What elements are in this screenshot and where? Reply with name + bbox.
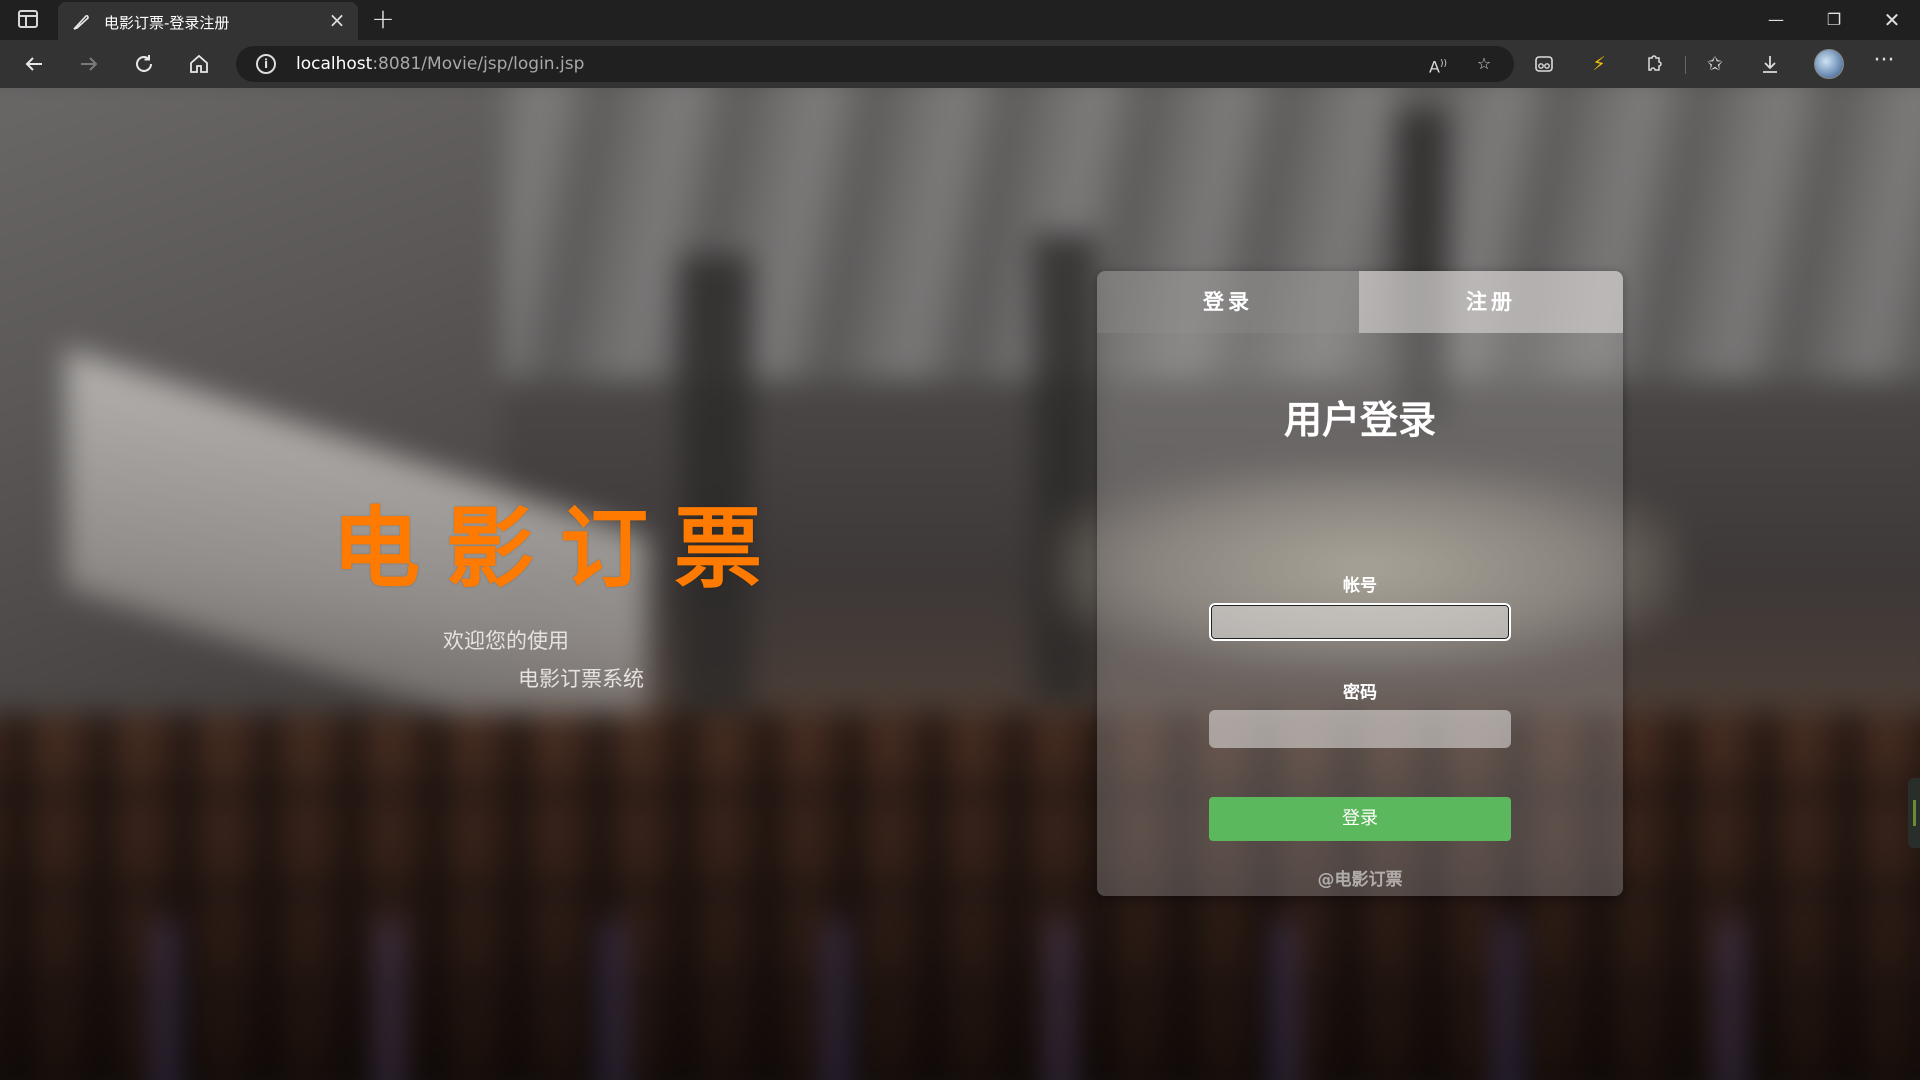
page-viewport: 电影订票 欢迎您的使用 电影订票系统 登录 注册 用户登录 帐号 密码 登录 @…: [0, 88, 1920, 1080]
more-icon[interactable]: ···: [1870, 50, 1898, 78]
password-input[interactable]: [1209, 710, 1511, 748]
brand-title: 电影订票: [332, 497, 789, 600]
window-close-button[interactable]: ✕: [1864, 0, 1920, 40]
address-bar[interactable]: i localhost:8081/Movie/jsp/login.jsp A))…: [236, 46, 1514, 82]
sidebar-toggle-icon[interactable]: [18, 10, 38, 28]
window-minimize-button[interactable]: —: [1748, 0, 1804, 40]
forward-icon[interactable]: [73, 48, 105, 80]
welcome-line-1: 欢迎您的使用: [443, 629, 569, 653]
account-label: 帐号: [1343, 576, 1377, 596]
url-host: localhost: [296, 54, 373, 74]
profile-avatar[interactable]: [1814, 49, 1844, 79]
url-text[interactable]: localhost:8081/Movie/jsp/login.jsp: [296, 54, 584, 74]
reload-icon[interactable]: [128, 48, 160, 80]
browser-tab[interactable]: 电影订票-登录注册 ×: [58, 2, 358, 40]
site-info-icon[interactable]: i: [256, 54, 276, 74]
browser-toolbar: i localhost:8081/Movie/jsp/login.jsp A))…: [0, 40, 1920, 88]
login-card: 登录 注册 用户登录 帐号 密码 登录 @电影订票: [1097, 271, 1623, 896]
card-footer: @电影订票: [1317, 870, 1403, 890]
pikachu-extension-icon[interactable]: ⚡: [1585, 50, 1613, 78]
auth-tabs: 登录 注册: [1097, 271, 1623, 333]
url-path: :8081/Movie/jsp/login.jsp: [372, 54, 585, 74]
new-tab-button[interactable]: +: [368, 4, 398, 34]
side-panel-handle[interactable]: [1908, 778, 1920, 848]
tab-close-icon[interactable]: ×: [326, 9, 348, 31]
welcome-line-2: 电影订票系统: [518, 667, 644, 691]
back-icon[interactable]: [18, 48, 50, 80]
cinema-background-image: [0, 88, 1920, 1080]
favorites-icon[interactable]: ✩: [1701, 50, 1729, 78]
feather-pen-icon: [73, 14, 89, 30]
tab-register[interactable]: 注册: [1359, 271, 1623, 333]
login-title: 用户登录: [1283, 398, 1436, 442]
window-restore-button[interactable]: ❐: [1806, 0, 1862, 40]
puzzle-icon[interactable]: [1640, 50, 1668, 78]
add-favorite-icon[interactable]: ☆: [1472, 52, 1496, 76]
read-aloud-icon[interactable]: A)): [1426, 52, 1450, 76]
tab-login[interactable]: 登录: [1097, 271, 1359, 333]
home-icon[interactable]: [183, 48, 215, 80]
extension-icon[interactable]: [1530, 50, 1558, 78]
download-icon[interactable]: [1756, 50, 1784, 78]
login-button[interactable]: 登录: [1209, 797, 1511, 841]
account-input[interactable]: [1209, 603, 1511, 641]
password-label: 密码: [1343, 683, 1377, 703]
tab-title: 电影订票-登录注册: [104, 14, 230, 32]
toolbar-separator: [1685, 56, 1686, 74]
browser-tab-bar: 电影订票-登录注册 × + — ❐ ✕: [0, 0, 1920, 40]
